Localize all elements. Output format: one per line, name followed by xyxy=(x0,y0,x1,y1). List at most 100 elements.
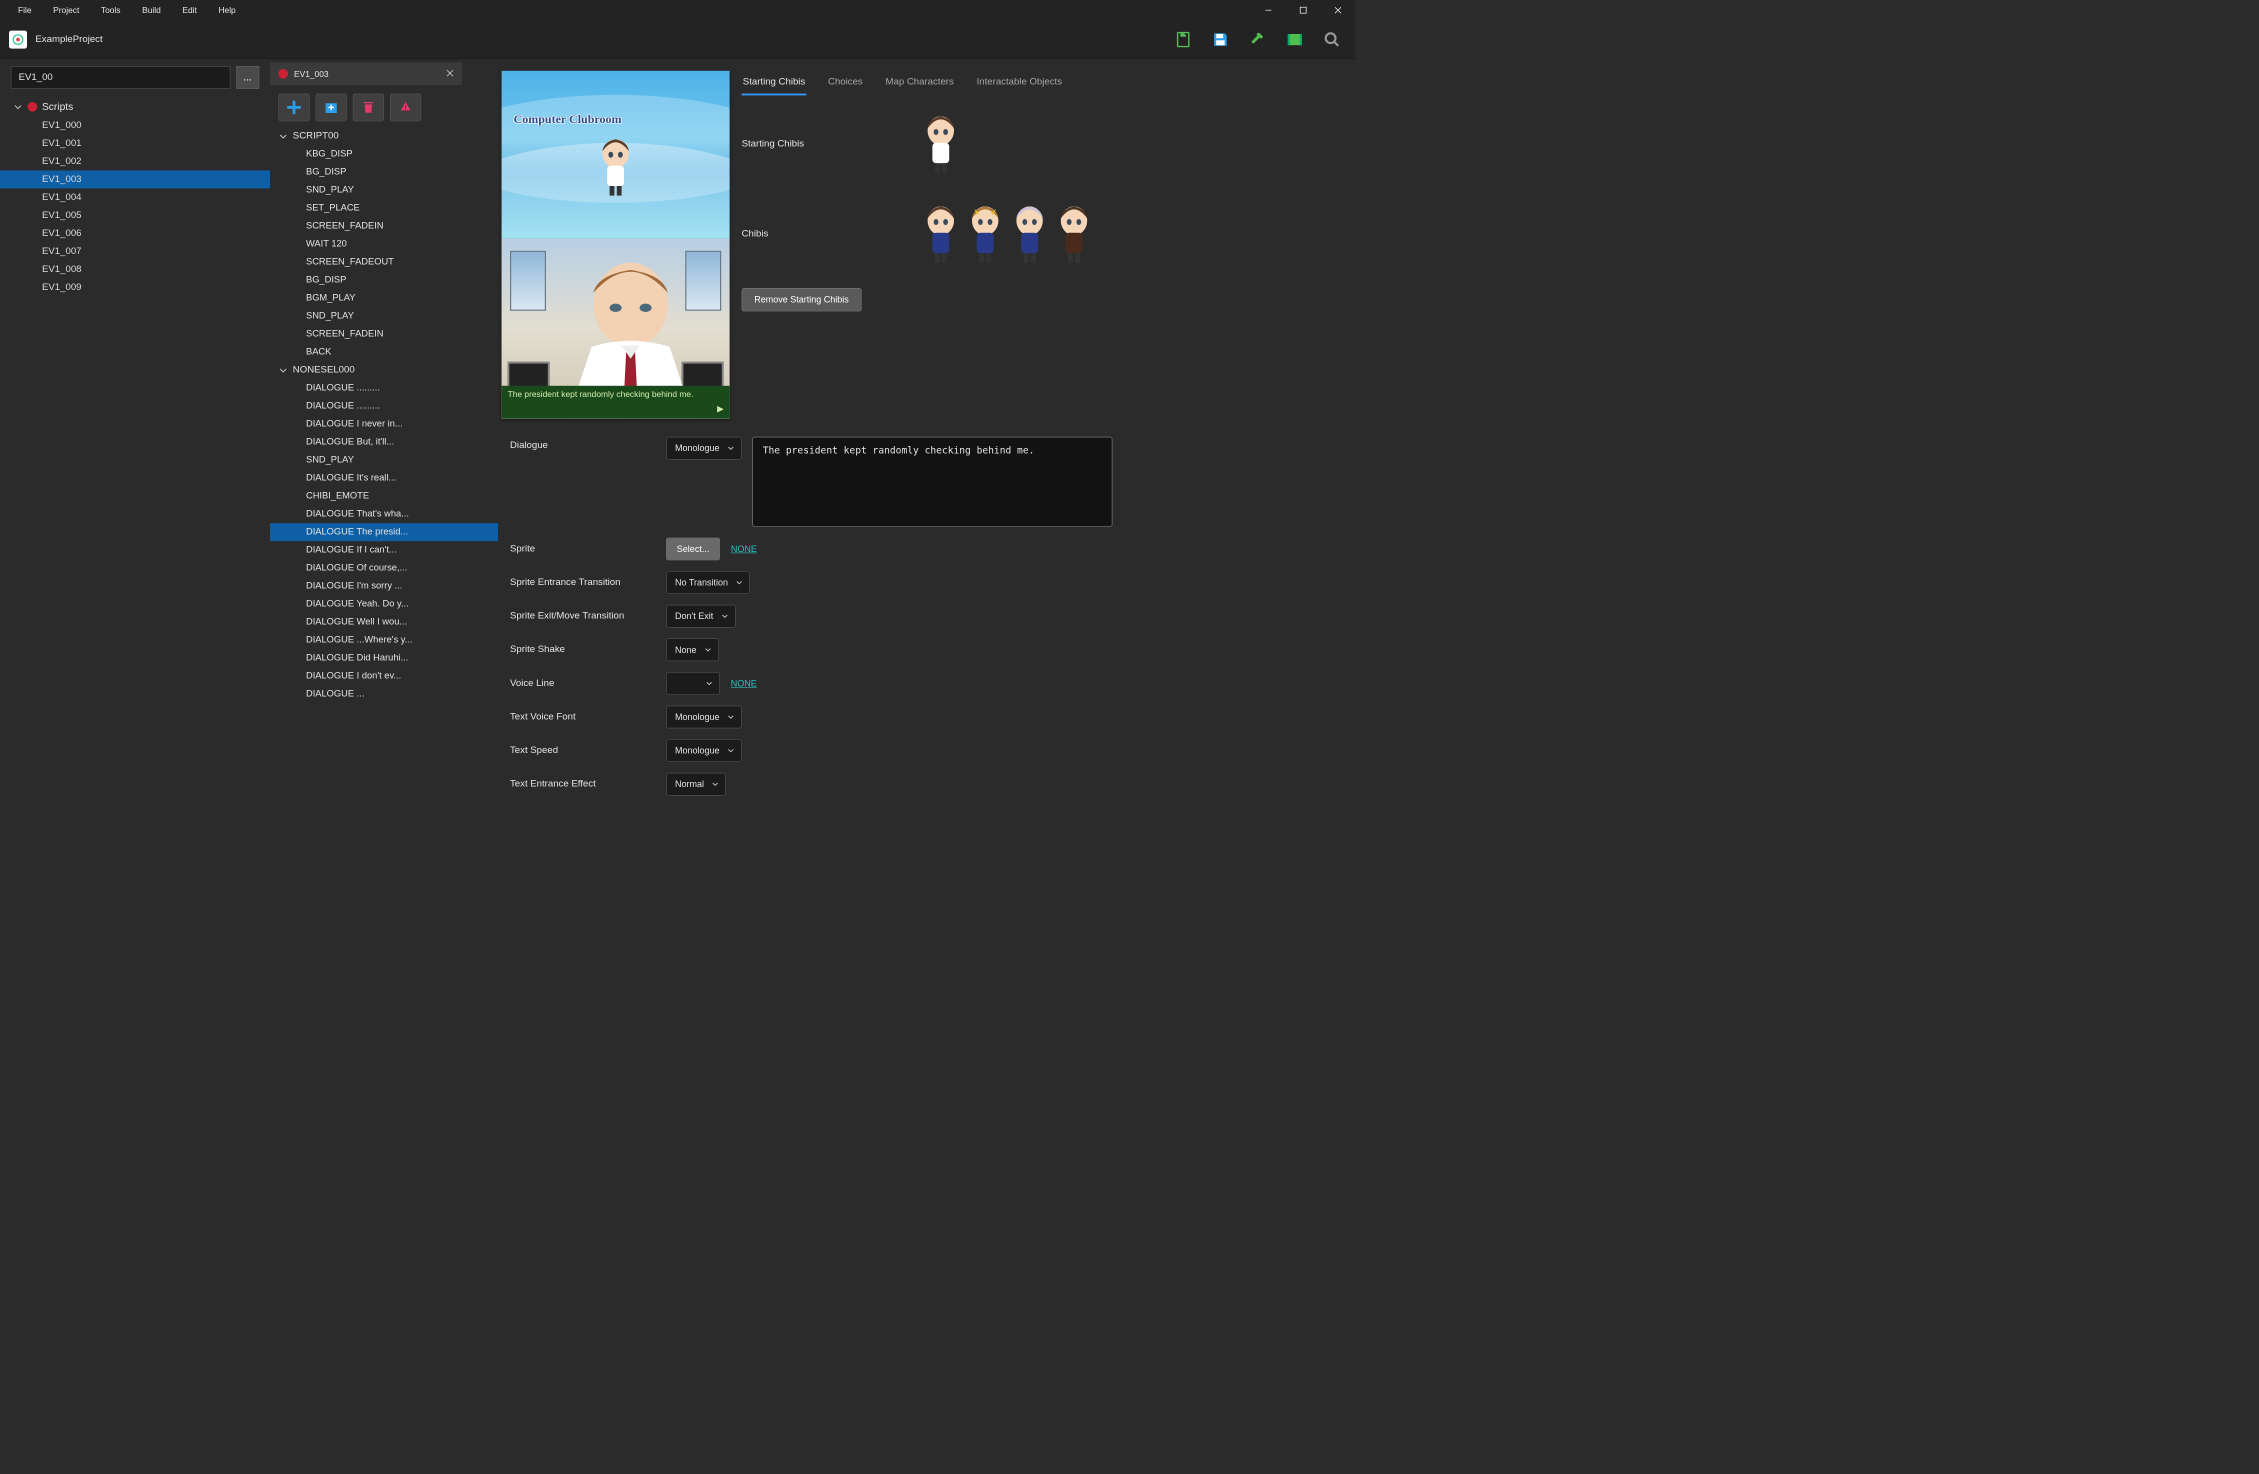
inspector-panel: Computer Clubroom xyxy=(498,59,1355,885)
command-item[interactable]: SCREEN_FADEIN xyxy=(270,325,498,343)
clear-command-button[interactable] xyxy=(390,94,421,122)
command-item[interactable]: BACK xyxy=(270,343,498,361)
location-label: Computer Clubroom xyxy=(514,113,622,127)
chevron-down-icon xyxy=(727,444,735,452)
menu-project[interactable]: Project xyxy=(42,2,90,19)
voice-line-select[interactable] xyxy=(666,672,720,695)
search-icon[interactable] xyxy=(1324,31,1341,48)
chibi[interactable] xyxy=(922,204,960,264)
explorer-item-ev1_002[interactable]: EV1_002 xyxy=(0,152,270,170)
explorer-item-ev1_009[interactable]: EV1_009 xyxy=(0,278,270,296)
command-item[interactable]: BG_DISP xyxy=(270,163,498,181)
delete-command-button[interactable] xyxy=(353,94,384,122)
command-item[interactable]: DIALOGUE ...Where's y... xyxy=(270,631,498,649)
tab-ev1-003[interactable]: EV1_003 xyxy=(270,62,462,85)
text-speed-label: Text Speed xyxy=(510,745,666,756)
app-icon xyxy=(9,30,27,48)
subtab-starting-chibis[interactable]: Starting Chibis xyxy=(742,71,807,96)
chevron-down-icon xyxy=(727,746,735,754)
close-button[interactable] xyxy=(1321,0,1356,20)
add-section-button[interactable] xyxy=(316,94,347,122)
command-item[interactable]: DIALOGUE I never in... xyxy=(270,415,498,433)
command-item[interactable]: BG_DISP xyxy=(270,271,498,289)
command-item[interactable]: DIALOGUE If I can't... xyxy=(270,541,498,559)
subtab-choices[interactable]: Choices xyxy=(827,71,864,96)
menu-file[interactable]: File xyxy=(7,2,42,19)
voice-line-none-link[interactable]: NONE xyxy=(731,678,757,688)
build-icon[interactable] xyxy=(1175,31,1192,48)
command-item[interactable]: SCREEN_FADEOUT xyxy=(270,253,498,271)
explorer-item-ev1_000[interactable]: EV1_000 xyxy=(0,116,270,134)
chibi[interactable] xyxy=(966,204,1004,264)
command-item[interactable]: SND_PLAY xyxy=(270,181,498,199)
scene-preview: Computer Clubroom xyxy=(502,71,730,419)
command-item[interactable]: DIALOGUE It's reall... xyxy=(270,469,498,487)
save-icon[interactable] xyxy=(1212,31,1229,48)
explorer-item-ev1_008[interactable]: EV1_008 xyxy=(0,260,270,278)
explorer-item-ev1_005[interactable]: EV1_005 xyxy=(0,206,270,224)
explorer-item-ev1_003[interactable]: EV1_003 xyxy=(0,170,270,188)
command-item[interactable]: DIALOGUE The presid... xyxy=(270,523,498,541)
command-item[interactable]: DIALOGUE ......... xyxy=(270,379,498,397)
command-item[interactable]: SCREEN_FADEIN xyxy=(270,217,498,235)
tab-label: EV1_003 xyxy=(294,69,329,79)
sprite-entrance-select[interactable]: No Transition xyxy=(666,571,750,594)
section-nonesel000[interactable]: NONESEL000 xyxy=(270,361,498,379)
explorer-more-button[interactable]: ... xyxy=(236,66,259,89)
command-item[interactable]: DIALOGUE Yeah. Do y... xyxy=(270,595,498,613)
sprite-label: Sprite xyxy=(510,544,666,555)
explorer-item-ev1_006[interactable]: EV1_006 xyxy=(0,224,270,242)
command-item[interactable]: BGM_PLAY xyxy=(270,289,498,307)
sprite-select-button[interactable]: Select... xyxy=(666,538,720,561)
starting-chibi[interactable] xyxy=(922,114,960,174)
sprite-exit-select[interactable]: Don't Exit xyxy=(666,605,735,628)
command-item[interactable]: DIALOGUE I'm sorry ... xyxy=(270,577,498,595)
hammer-icon[interactable] xyxy=(1249,31,1266,48)
film-icon[interactable] xyxy=(1286,31,1303,48)
subtab-map-characters[interactable]: Map Characters xyxy=(884,71,955,96)
command-item[interactable]: CHIBI_EMOTE xyxy=(270,487,498,505)
section-script00[interactable]: SCRIPT00 xyxy=(270,127,498,145)
explorer-search-input[interactable] xyxy=(11,66,231,89)
dialogue-type-select[interactable]: Monologue xyxy=(666,437,742,460)
chibi[interactable] xyxy=(1010,204,1048,264)
command-item[interactable]: KBG_DISP xyxy=(270,145,498,163)
dialogue-textarea[interactable] xyxy=(753,437,1113,527)
add-command-button[interactable] xyxy=(278,94,309,122)
text-voice-font-label: Text Voice Font xyxy=(510,712,666,723)
command-item[interactable]: DIALOGUE ......... xyxy=(270,397,498,415)
command-item[interactable]: SET_PLACE xyxy=(270,199,498,217)
command-item[interactable]: DIALOGUE I don't ev... xyxy=(270,667,498,685)
explorer-item-ev1_007[interactable]: EV1_007 xyxy=(0,242,270,260)
command-item[interactable]: DIALOGUE Of course,... xyxy=(270,559,498,577)
maximize-button[interactable] xyxy=(1286,0,1321,20)
command-item[interactable]: SND_PLAY xyxy=(270,451,498,469)
text-entrance-select[interactable]: Normal xyxy=(666,773,726,796)
close-tab-icon[interactable] xyxy=(446,69,453,79)
command-item[interactable]: DIALOGUE ... xyxy=(270,685,498,703)
chevron-down-icon xyxy=(711,780,719,788)
command-item[interactable]: SND_PLAY xyxy=(270,307,498,325)
sprite-none-link[interactable]: NONE xyxy=(731,544,757,554)
remove-starting-chibis-button[interactable]: Remove Starting Chibis xyxy=(742,288,862,311)
menu-help[interactable]: Help xyxy=(208,2,247,19)
scripts-section[interactable]: Scripts xyxy=(0,97,270,116)
command-item[interactable]: DIALOGUE Well I wou... xyxy=(270,613,498,631)
command-item[interactable]: DIALOGUE That's wha... xyxy=(270,505,498,523)
text-speed-select[interactable]: Monologue xyxy=(666,739,742,762)
command-item[interactable]: WAIT 120 xyxy=(270,235,498,253)
subtab-interactable-objects[interactable]: Interactable Objects xyxy=(975,71,1063,96)
command-item[interactable]: DIALOGUE But, it'll... xyxy=(270,433,498,451)
explorer-item-ev1_004[interactable]: EV1_004 xyxy=(0,188,270,206)
minimize-button[interactable] xyxy=(1251,0,1286,20)
sprite-shake-select[interactable]: None xyxy=(666,638,719,661)
sprite-shake-label: Sprite Shake xyxy=(510,644,666,655)
menu-build[interactable]: Build xyxy=(131,2,171,19)
explorer-item-ev1_001[interactable]: EV1_001 xyxy=(0,134,270,152)
command-item[interactable]: DIALOGUE Did Haruhi... xyxy=(270,649,498,667)
chibi[interactable] xyxy=(1055,204,1093,264)
menu-tools[interactable]: Tools xyxy=(90,2,131,19)
scripts-section-label: Scripts xyxy=(42,101,73,113)
menu-edit[interactable]: Edit xyxy=(172,2,208,19)
text-voice-font-select[interactable]: Monologue xyxy=(666,706,742,729)
